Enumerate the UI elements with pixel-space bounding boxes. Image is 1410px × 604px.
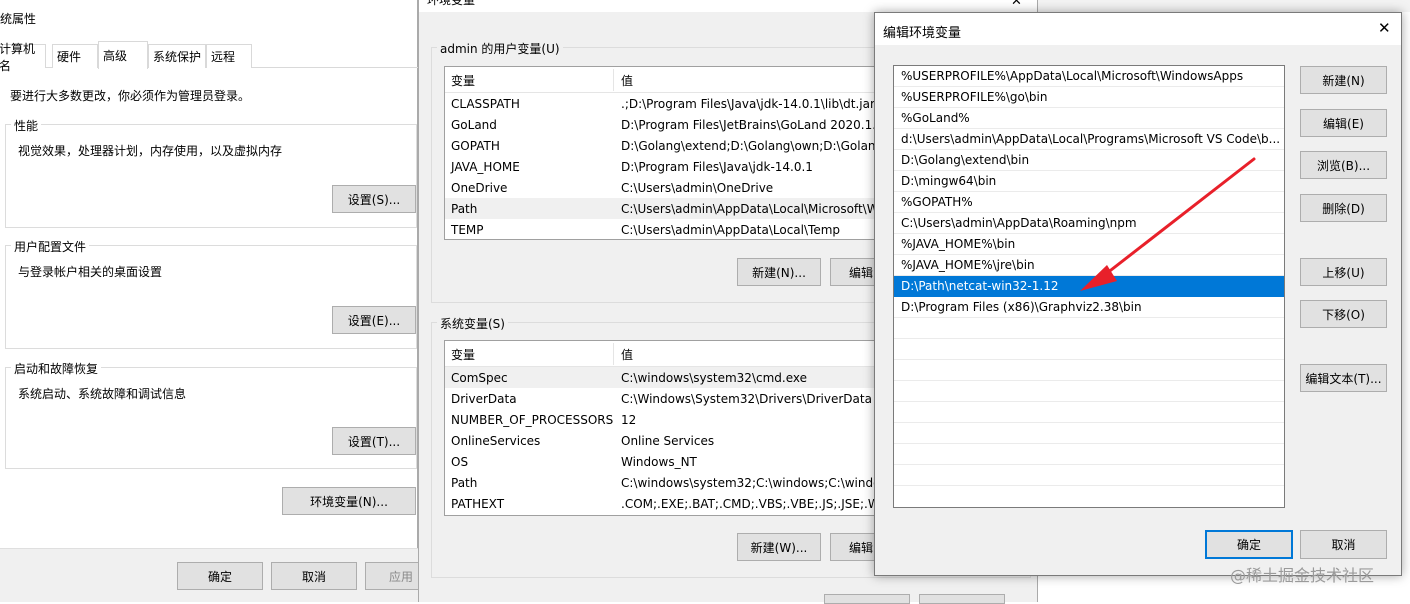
tab-advanced[interactable]: 高级	[98, 41, 148, 69]
watermark: @稀土掘金技术社区	[1230, 566, 1375, 585]
annotation-arrow-icon	[1080, 157, 1256, 291]
